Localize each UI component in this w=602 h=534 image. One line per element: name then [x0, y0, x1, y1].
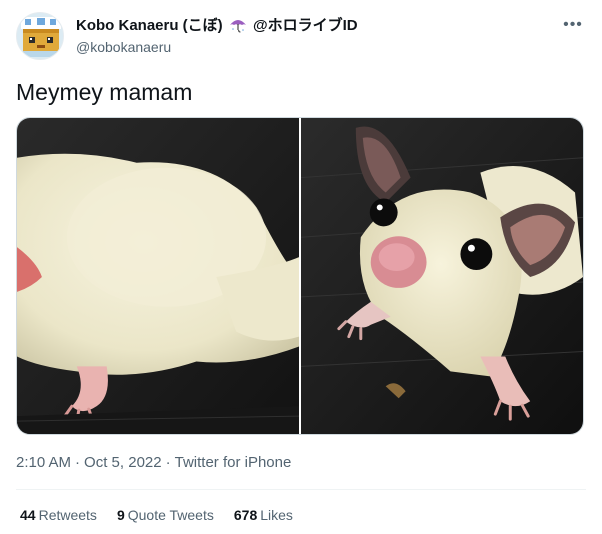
tweet-source[interactable]: Twitter for iPhone	[175, 454, 292, 471]
meta-separator: ·	[165, 454, 171, 471]
quotes-count: 9	[116, 507, 125, 523]
more-options-button[interactable]: •••	[562, 16, 584, 34]
author-name-prefix: Kobo Kanaeru (こぼ)	[76, 17, 223, 34]
tweet-meta: 2:10 AM · Oct 5, 2022 · Twitter for iPhone	[16, 453, 291, 473]
tweet-time[interactable]: 2:10 AM	[16, 454, 71, 471]
retweets-label: Retweets	[38, 507, 97, 523]
avatar-icon	[17, 13, 63, 59]
likes-label: Likes	[260, 507, 293, 523]
tweet-text: Meymey mamam	[16, 79, 193, 105]
likes-stat[interactable]: 678 Likes	[234, 505, 293, 525]
quotes-stat[interactable]: 9 Quote Tweets	[117, 505, 214, 525]
photo-left[interactable]	[17, 118, 299, 434]
retweets-count: 44	[20, 507, 36, 523]
author-name-suffix: @ホロライブID	[253, 17, 358, 34]
photo-right[interactable]	[301, 118, 583, 434]
tweet-media	[16, 117, 584, 435]
tweet-header: Kobo Kanaeru (こぼ) @ホロライブID @kobokanaeru …	[16, 12, 588, 62]
divider	[16, 489, 586, 490]
author-display-name[interactable]: Kobo Kanaeru (こぼ) @ホロライブID	[76, 16, 358, 36]
author-names[interactable]: Kobo Kanaeru (こぼ) @ホロライブID @kobokanaeru	[76, 16, 358, 57]
tweet-stats: 44 Retweets 9 Quote Tweets 678 Likes	[20, 505, 293, 525]
meta-separator: ·	[75, 454, 81, 471]
umbrella-icon	[229, 20, 246, 33]
author-avatar[interactable]	[16, 12, 64, 60]
retweets-stat[interactable]: 44 Retweets	[20, 505, 97, 525]
likes-count: 678	[233, 507, 258, 523]
quotes-label: Quote Tweets	[127, 507, 214, 523]
more-icon: •••	[563, 16, 583, 33]
glider-photo-left	[17, 118, 299, 434]
tweet-date[interactable]: Oct 5, 2022	[84, 454, 162, 471]
glider-photo-right	[301, 118, 583, 434]
author-handle[interactable]: @kobokanaeru	[76, 37, 358, 57]
